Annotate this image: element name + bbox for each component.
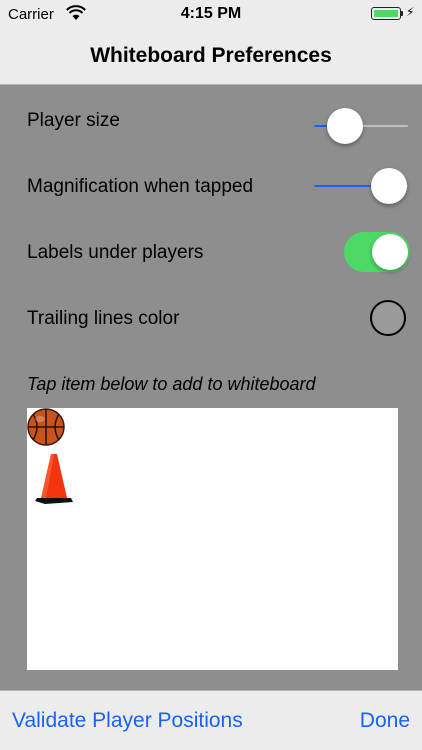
traffic-cone-icon[interactable] [35, 452, 73, 504]
player-size-slider[interactable] [314, 106, 408, 146]
labels-under-players-label: Labels under players [27, 242, 204, 263]
palette-hint: Tap item below to add to whiteboard [27, 374, 316, 394]
trailing-lines-color-label: Trailing lines color [27, 308, 180, 329]
basketball-icon[interactable] [27, 408, 65, 446]
battery-icon [371, 7, 401, 20]
magnification-slider[interactable] [314, 166, 408, 206]
slider-thumb[interactable] [327, 108, 364, 144]
bolt-icon: ⚡ [406, 5, 415, 19]
validate-player-positions-button[interactable]: Validate Player Positions [12, 709, 243, 733]
toggle-knob [372, 234, 408, 270]
trailing-lines-color-swatch[interactable] [370, 300, 406, 336]
player-size-label: Player size [27, 110, 120, 131]
battery-tip [401, 11, 403, 16]
magnification-label: Magnification when tapped [27, 176, 254, 197]
slider-thumb[interactable] [371, 168, 408, 204]
navigation-bar: Whiteboard Preferences [0, 28, 422, 85]
bottom-toolbar: Validate Player Positions Done [0, 690, 422, 750]
done-button[interactable]: Done [360, 709, 410, 733]
status-time: 4:15 PM [180, 5, 242, 22]
status-bar: Carrier 4:15 PM ⚡ [0, 0, 422, 28]
item-palette [27, 408, 398, 670]
page-title: Whiteboard Preferences [90, 44, 332, 67]
labels-under-players-toggle[interactable] [344, 232, 410, 272]
